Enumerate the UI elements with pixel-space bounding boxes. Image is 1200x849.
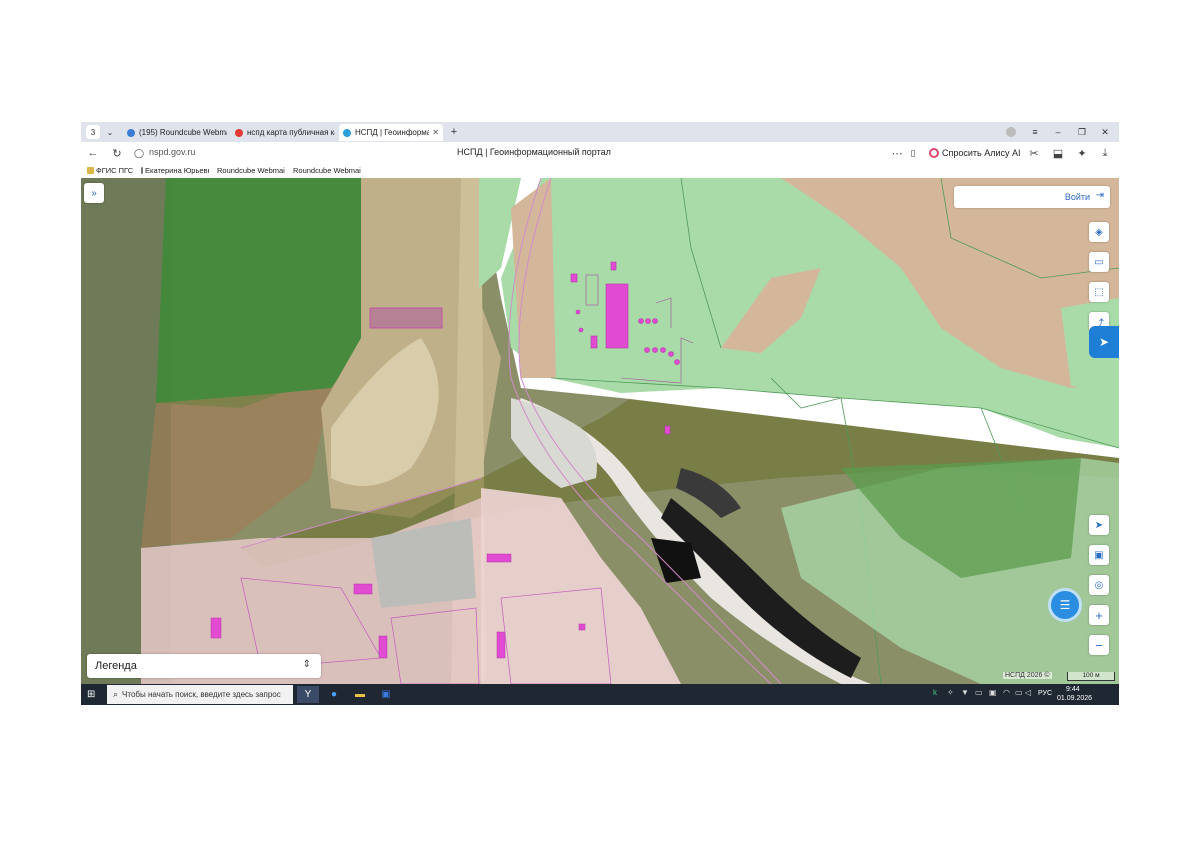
- browser-tab-strip: 3 ⌄ (195) Roundcube Webmail нспд карта п…: [81, 122, 1119, 142]
- minimize-icon[interactable]: –: [1048, 124, 1068, 140]
- word-icon[interactable]: ▣: [375, 686, 397, 703]
- more-options-icon[interactable]: ⋯: [889, 145, 905, 161]
- bookmarks-bar: ФГИС ПГС Екатерина Юрьевна Roundcube Web…: [81, 164, 1119, 178]
- page-title: НСПД | Геоинформационный портал: [457, 147, 611, 157]
- taskbar-search-box[interactable]: ⌕ Чтобы начать поиск, введите здесь запр…: [107, 685, 293, 704]
- yandex-browser-icon[interactable]: Y: [297, 686, 319, 703]
- tab-label: НСПД | Геоинформационный портал: [355, 128, 429, 137]
- reload-icon[interactable]: ↻: [109, 145, 125, 161]
- bookmark-roundcube-2[interactable]: Roundcube Webmail: [291, 166, 361, 175]
- tray-app-icon[interactable]: ▣: [989, 688, 997, 697]
- address-bar: ← ↻ ◯ nspd.gov.ru НСПД | Геоинформационн…: [81, 142, 1119, 164]
- roundcube-icon: [127, 128, 135, 137]
- profile-icon[interactable]: [1001, 124, 1021, 140]
- screenshot-screen: 3 ⌄ (195) Roundcube Webmail нспд карта п…: [81, 122, 1119, 705]
- chrome-icon[interactable]: ●: [323, 686, 345, 703]
- bookmark-label: ФГИС ПГС: [96, 166, 134, 175]
- locate-me-icon[interactable]: ➤: [1089, 515, 1109, 535]
- tray-app-icon[interactable]: ✧: [947, 688, 954, 697]
- wifi-icon[interactable]: ◠: [1003, 688, 1010, 697]
- restore-icon[interactable]: ❐: [1072, 124, 1092, 140]
- login-arrow-icon: ⇥: [1095, 190, 1104, 201]
- close-tab-icon[interactable]: ✕: [432, 128, 439, 137]
- picture-in-picture-icon[interactable]: ▣: [1089, 545, 1109, 565]
- network-icon[interactable]: ▭: [1015, 688, 1023, 697]
- site-info-icon[interactable]: ◯: [131, 145, 147, 161]
- language-indicator[interactable]: РУС: [1038, 690, 1052, 697]
- bookmark-icon[interactable]: ▯: [905, 145, 921, 161]
- volume-icon[interactable]: ◁: [1025, 688, 1031, 697]
- shield-icon[interactable]: ⬓: [1050, 145, 1066, 161]
- tab-yandex-search[interactable]: нспд карта публичная кадастровая: [231, 124, 335, 141]
- ruler-icon[interactable]: ▭: [1089, 252, 1109, 272]
- folder-icon: [87, 167, 94, 174]
- tab-label: (195) Roundcube Webmail: [139, 128, 227, 137]
- ask-alice-button[interactable]: Спросить Алису AI: [926, 145, 1026, 161]
- document-icon: [141, 167, 143, 174]
- chat-button[interactable]: ☰: [1048, 588, 1082, 622]
- map-imagery: [81, 178, 1119, 684]
- zoom-out-button[interactable]: −: [1089, 635, 1109, 655]
- legend-label: Легенда: [95, 660, 137, 672]
- search-icon: ⌕: [113, 689, 119, 699]
- alice-icon: [929, 148, 939, 158]
- bookmark-label: Екатерина Юрьевна: [145, 166, 209, 175]
- ask-alice-label: Спросить Алису AI: [942, 148, 1021, 158]
- new-tab-button[interactable]: +: [447, 125, 461, 139]
- scale-bar: 100 м: [1067, 672, 1115, 681]
- assistant-logo-icon[interactable]: ➤: [1089, 326, 1119, 358]
- layers-icon[interactable]: ◈: [1089, 222, 1109, 242]
- login-button[interactable]: Войти ⇥: [954, 186, 1110, 208]
- kaspersky-icon[interactable]: k: [933, 688, 937, 697]
- menu-icon[interactable]: ≡: [1025, 124, 1045, 140]
- tray-app-icon[interactable]: ▭: [975, 688, 983, 697]
- tab-label: нспд карта публичная кадастровая: [247, 128, 335, 137]
- tab-roundcube[interactable]: (195) Roundcube Webmail: [123, 124, 227, 141]
- clock-date[interactable]: 01.09.2026: [1057, 695, 1092, 702]
- windows-taskbar: ⊞ ⌕ Чтобы начать поиск, введите здесь за…: [81, 684, 1119, 705]
- taskbar-search-placeholder: Чтобы начать поиск, введите здесь запрос: [122, 690, 281, 699]
- yandex-icon: [235, 128, 243, 137]
- tab-list-chevron-icon[interactable]: ⌄: [103, 125, 117, 139]
- select-area-icon[interactable]: ⬚: [1089, 282, 1109, 302]
- map-view[interactable]: » Войти ⇥ ◈ ▭ ⬚ ⤴ ➤ ➤ ▣ ◎ + − ☰ Легенда …: [81, 178, 1119, 684]
- bookmark-label: Roundcube Webmail: [217, 166, 285, 175]
- login-label: Войти: [1064, 192, 1090, 202]
- tools-icon[interactable]: ✂: [1026, 145, 1042, 161]
- nspd-icon: [343, 128, 351, 137]
- location-pin-icon[interactable]: ◎: [1089, 575, 1109, 595]
- bookmark-label: Roundcube Webmail: [293, 166, 361, 175]
- zoom-in-button[interactable]: +: [1089, 605, 1109, 625]
- bookmark-fgis-pgs[interactable]: ФГИС ПГС: [87, 166, 133, 175]
- close-window-icon[interactable]: ✕: [1095, 124, 1115, 140]
- chat-icon: ☰: [1059, 598, 1071, 612]
- download-icon[interactable]: ⤓: [1097, 145, 1113, 161]
- sort-updown-icon: ⇕: [302, 659, 311, 670]
- url-field[interactable]: nspd.gov.ru: [149, 147, 195, 157]
- copyright-text: НСПД 2026 ©: [1003, 672, 1052, 679]
- windows-start-icon[interactable]: ⊞: [87, 689, 98, 700]
- tray-app-icon[interactable]: ▼: [961, 688, 969, 697]
- back-arrow-icon[interactable]: ←: [85, 145, 101, 161]
- clock-time[interactable]: 9:44: [1066, 686, 1080, 693]
- tab-nspd[interactable]: НСПД | Геоинформационный портал ✕: [339, 124, 443, 141]
- legend-dropdown[interactable]: Легенда ⇕: [87, 654, 321, 678]
- bookmark-ekaterina[interactable]: Екатерина Юрьевна: [141, 166, 209, 175]
- extensions-icon[interactable]: ✦: [1074, 145, 1090, 161]
- expand-panel-button[interactable]: »: [84, 183, 104, 203]
- bookmark-roundcube-1[interactable]: Roundcube Webmail: [215, 166, 285, 175]
- tab-count-button[interactable]: 3: [86, 125, 100, 139]
- file-explorer-icon[interactable]: ▬: [349, 686, 371, 703]
